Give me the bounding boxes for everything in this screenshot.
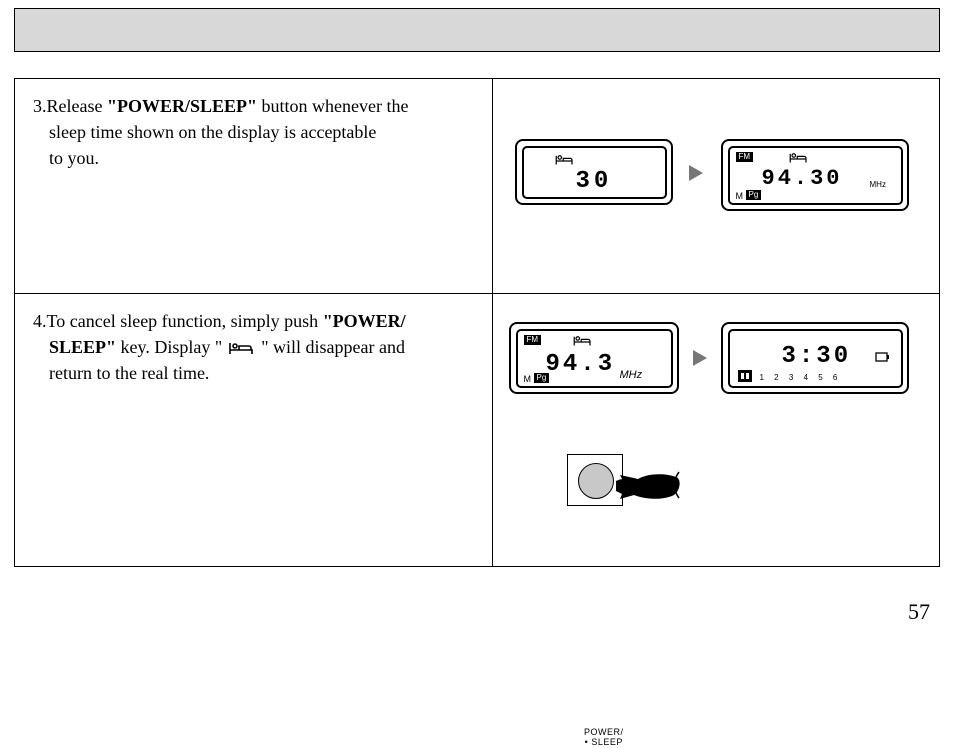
- unit-label: MHz: [620, 369, 643, 381]
- page-number: 57: [908, 599, 930, 625]
- text: sleep time shown on the display is accep…: [33, 119, 474, 145]
- arrow-icon: [689, 165, 703, 181]
- sleep-icon: [554, 154, 576, 168]
- pg-badge: Pg: [746, 190, 762, 200]
- paren-icon: [671, 470, 683, 500]
- header-bar: [14, 8, 940, 52]
- bold-text: SLEEP": [49, 337, 116, 357]
- sleep-icon: [572, 335, 594, 349]
- sleep-icon: [788, 152, 810, 166]
- text: return to the real time.: [33, 360, 474, 386]
- bold-text: "POWER/: [323, 311, 406, 331]
- lcd-inner: FM 94.3 MHz M Pg: [516, 329, 673, 388]
- preset-numbers: 1 2 3 4 5 6: [760, 373, 842, 382]
- text: To cancel sleep function, simply push: [47, 311, 323, 331]
- text: button whenever the: [257, 96, 408, 116]
- m-label: M: [524, 374, 532, 384]
- lcd-inner: 30: [522, 146, 667, 199]
- text: " will disappear and: [257, 337, 405, 357]
- text: Release: [47, 96, 107, 116]
- lcd-inner: 3:30 1 2 3 4 5 6: [728, 329, 903, 388]
- fm-badge: FM: [736, 152, 754, 162]
- lcd-value: 94.30: [762, 166, 843, 191]
- lcd-display-clock: 3:30 1 2 3 4 5 6: [721, 322, 909, 394]
- step-3-text: 3.Release "POWER/SLEEP" button whenever …: [15, 79, 493, 293]
- lcd-value: 94.3: [546, 351, 616, 378]
- step-4-figure: FM 94.3 MHz M Pg 3:30: [493, 294, 939, 566]
- button-label: POWER/ • SLEEP: [584, 728, 624, 748]
- page-icon: [738, 370, 752, 382]
- power-sleep-button[interactable]: [578, 463, 614, 499]
- lcd-display-frequency: FM 94.30 MHz M Pg: [721, 139, 909, 211]
- step-number: 4.: [33, 311, 47, 331]
- fm-badge: FM: [524, 335, 542, 345]
- arrow-icon: [693, 350, 707, 366]
- lcd-display-frequency: FM 94.3 MHz M Pg: [509, 322, 679, 394]
- table-row: 3.Release "POWER/SLEEP" button whenever …: [15, 79, 939, 294]
- sleep-icon: [227, 341, 257, 357]
- m-label: M: [736, 191, 744, 201]
- lcd-inner: FM 94.30 MHz M Pg: [728, 146, 903, 205]
- step-3-figure: 30 FM 94.30 MHz M Pg: [493, 79, 939, 293]
- text: • SLEEP: [584, 738, 624, 748]
- battery-icon: [875, 351, 891, 363]
- step-number: 3.: [33, 96, 47, 116]
- instruction-table: 3.Release "POWER/SLEEP" button whenever …: [14, 78, 940, 567]
- step-4-text: 4.To cancel sleep function, simply push …: [15, 294, 493, 566]
- pg-badge: Pg: [534, 373, 550, 383]
- lcd-display-sleep-time: 30: [515, 139, 673, 205]
- bold-text: "POWER/SLEEP": [107, 96, 257, 116]
- lcd-value: 3:30: [782, 343, 852, 370]
- text: to you.: [33, 145, 474, 171]
- lcd-value: 30: [576, 168, 613, 195]
- text: POWER/: [584, 728, 624, 738]
- text: key. Display ": [116, 337, 227, 357]
- unit-label: MHz: [870, 180, 886, 189]
- table-row: 4.To cancel sleep function, simply push …: [15, 294, 939, 566]
